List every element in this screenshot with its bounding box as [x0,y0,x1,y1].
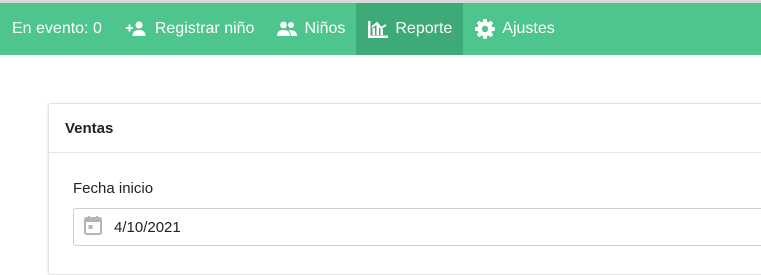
start-date-value: 4/10/2021 [114,218,181,236]
card-body: Fecha inicio 4/10/2021 [49,153,761,246]
nav-item-label: Reporte [395,20,453,37]
users-icon [276,20,298,38]
nav-item-label: Registrar niño [154,20,255,37]
sales-card: Ventas Fecha inicio 4/10/2021 [48,103,761,275]
nav-item-ajustes[interactable]: Ajustes [463,3,565,55]
user-plus-icon [125,20,149,38]
nav-item-ninos[interactable]: Niños [265,3,356,55]
nav-item-label: Niños [304,20,346,37]
card-title: Ventas [49,104,761,153]
start-date-input[interactable]: 4/10/2021 [73,208,761,246]
start-date-label: Fecha inicio [73,180,154,197]
top-navbar: En evento: 0 Registrar niño Niños Report… [0,3,761,55]
nav-item-registrar-nino[interactable]: Registrar niño [114,3,266,55]
calendar-icon [84,215,114,239]
event-count-label: En evento: 0 [12,20,102,37]
nav-item-reporte[interactable]: Reporte [356,3,464,55]
nav-item-label: Ajustes [502,20,555,37]
gear-icon [474,18,496,40]
chart-icon [367,19,389,39]
